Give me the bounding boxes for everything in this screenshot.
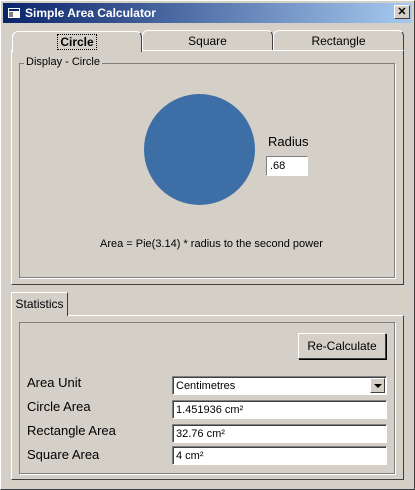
tab-statistics-label: Statistics: [15, 297, 64, 311]
tab-square-label: Square: [188, 34, 227, 48]
app-window-icon: [8, 8, 20, 18]
tab-circle[interactable]: Circle: [12, 31, 142, 52]
close-button[interactable]: ✕: [394, 5, 410, 19]
radius-input[interactable]: [266, 156, 308, 176]
area-unit-select[interactable]: Centimetres: [172, 376, 387, 395]
area-formula: Area = Pie(3.14) * radius to the second …: [100, 238, 323, 250]
area-unit-value: Centimetres: [176, 380, 236, 392]
circle-area-label: Circle Area: [27, 399, 91, 414]
rectangle-area-value: 32.76 cm²: [176, 428, 225, 440]
title-bar[interactable]: Simple Area Calculator ✕: [3, 3, 412, 23]
tab-rectangle[interactable]: Rectangle: [273, 30, 404, 50]
tab-circle-label: Circle: [57, 34, 97, 50]
rectangle-area-label: Rectangle Area: [27, 423, 116, 438]
window-title: Simple Area Calculator: [25, 6, 156, 20]
recalculate-button[interactable]: Re-Calculate: [298, 333, 386, 359]
area-unit-label: Area Unit: [27, 375, 82, 390]
tab-rectangle-label: Rectangle: [311, 34, 366, 48]
tab-square[interactable]: Square: [142, 30, 273, 50]
circle-shape: [144, 94, 255, 205]
tab-statistics[interactable]: Statistics: [11, 292, 68, 316]
circle-area-field[interactable]: 1.451936 cm²: [172, 400, 387, 419]
square-area-field[interactable]: 4 cm²: [172, 446, 387, 465]
chevron-down-icon[interactable]: [370, 378, 385, 393]
square-area-value: 4 cm²: [176, 450, 204, 462]
close-icon: ✕: [397, 6, 407, 18]
radius-label: Radius: [268, 134, 309, 149]
square-area-label: Square Area: [27, 447, 100, 462]
circle-area-value: 1.451936 cm²: [176, 404, 244, 416]
display-group-title: Display - Circle: [24, 56, 102, 68]
rectangle-area-field[interactable]: 32.76 cm²: [172, 424, 387, 443]
